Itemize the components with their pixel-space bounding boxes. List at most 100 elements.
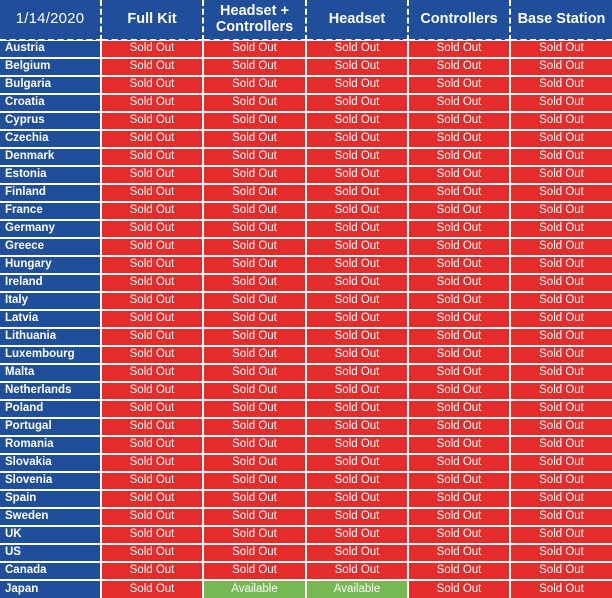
table-row: Austria Sold Out Sold Out Sold Out Sold Out S… xyxy=(0,40,612,59)
status-cell-sold-out: Sold Out xyxy=(101,562,204,581)
status-cell-sold-out: Sold Out xyxy=(101,418,204,437)
status-cell-sold-out: Sold Out xyxy=(203,562,307,581)
status-cell-sold-out: Sold Out xyxy=(306,400,409,419)
status-cell-sold-out: Sold Out xyxy=(510,40,612,59)
column-header-full-kit: Full Kit xyxy=(101,0,204,41)
availability-table: 1/14/2020 Full Kit Headset + Controllers… xyxy=(0,0,612,598)
status-cell-sold-out: Sold Out xyxy=(306,454,409,473)
status-cell-sold-out: Sold Out xyxy=(306,346,409,365)
status-cell-sold-out: Sold Out xyxy=(306,94,409,113)
status-cell-sold-out: Sold Out xyxy=(510,202,612,221)
status-cell-sold-out: Sold Out xyxy=(408,562,511,581)
row-label-country: Italy xyxy=(0,292,102,311)
status-cell-sold-out: Sold Out xyxy=(408,382,511,401)
row-label-country: Lithuania xyxy=(0,328,102,347)
row-label-country: Slovakia xyxy=(0,454,102,473)
status-cell-sold-out: Sold Out xyxy=(510,562,612,581)
row-label-country: Bulgaria xyxy=(0,76,102,95)
status-cell-sold-out: Sold Out xyxy=(306,310,409,329)
row-label-country: Latvia xyxy=(0,310,102,329)
row-label-country: Japan xyxy=(0,580,102,598)
status-cell-sold-out: Sold Out xyxy=(306,364,409,383)
status-cell-available: Available xyxy=(203,580,307,598)
status-cell-sold-out: Sold Out xyxy=(203,346,307,365)
status-cell-sold-out: Sold Out xyxy=(306,526,409,545)
status-cell-sold-out: Sold Out xyxy=(101,58,204,77)
row-label-country: Denmark xyxy=(0,148,102,167)
status-cell-sold-out: Sold Out xyxy=(408,418,511,437)
status-cell-sold-out: Sold Out xyxy=(306,220,409,239)
status-cell-sold-out: Sold Out xyxy=(203,130,307,149)
row-label-country: Hungary xyxy=(0,256,102,275)
row-label-country: Cyprus xyxy=(0,112,102,131)
status-cell-sold-out: Sold Out xyxy=(510,364,612,383)
row-label-country: Malta xyxy=(0,364,102,383)
status-cell-sold-out: Sold Out xyxy=(510,508,612,527)
status-cell-sold-out: Sold Out xyxy=(101,130,204,149)
status-cell-sold-out: Sold Out xyxy=(510,346,612,365)
status-cell-sold-out: Sold Out xyxy=(510,544,612,563)
status-cell-sold-out: Sold Out xyxy=(101,76,204,95)
status-cell-sold-out: Sold Out xyxy=(101,220,204,239)
status-cell-sold-out: Sold Out xyxy=(408,274,511,293)
status-cell-sold-out: Sold Out xyxy=(203,166,307,185)
status-cell-sold-out: Sold Out xyxy=(306,130,409,149)
status-cell-sold-out: Sold Out xyxy=(510,490,612,509)
status-cell-sold-out: Sold Out xyxy=(408,220,511,239)
status-cell-sold-out: Sold Out xyxy=(408,310,511,329)
status-cell-sold-out: Sold Out xyxy=(203,274,307,293)
table-row: Germany Sold Out Sold Out Sold Out Sold Out S… xyxy=(0,220,612,239)
table-row: Belgium Sold Out Sold Out Sold Out Sold Out S… xyxy=(0,58,612,77)
status-cell-sold-out: Sold Out xyxy=(510,256,612,275)
status-cell-sold-out: Sold Out xyxy=(306,112,409,131)
status-cell-sold-out: Sold Out xyxy=(203,292,307,311)
table-row: Slovakia Sold Out Sold Out Sold Out Sold Out… xyxy=(0,454,612,473)
row-label-country: Luxembourg xyxy=(0,346,102,365)
status-cell-sold-out: Sold Out xyxy=(203,58,307,77)
status-cell-sold-out: Sold Out xyxy=(306,184,409,203)
status-cell-sold-out: Sold Out xyxy=(510,472,612,491)
table-row: Bulgaria Sold Out Sold Out Sold Out Sold Out… xyxy=(0,76,612,95)
status-cell-sold-out: Sold Out xyxy=(510,382,612,401)
table-row: France Sold Out Sold Out Sold Out Sold Out So… xyxy=(0,202,612,221)
row-label-country: Czechia xyxy=(0,130,102,149)
table-row: Romania Sold Out Sold Out Sold Out Sold Out S… xyxy=(0,436,612,455)
status-cell-sold-out: Sold Out xyxy=(306,508,409,527)
status-cell-sold-out: Sold Out xyxy=(101,256,204,275)
status-cell-sold-out: Sold Out xyxy=(408,526,511,545)
status-cell-sold-out: Sold Out xyxy=(306,490,409,509)
status-cell-sold-out: Sold Out xyxy=(510,166,612,185)
status-cell-sold-out: Sold Out xyxy=(203,220,307,239)
status-cell-sold-out: Sold Out xyxy=(306,418,409,437)
status-cell-sold-out: Sold Out xyxy=(306,166,409,185)
status-cell-sold-out: Sold Out xyxy=(408,580,511,598)
status-cell-sold-out: Sold Out xyxy=(510,328,612,347)
status-cell-sold-out: Sold Out xyxy=(510,184,612,203)
status-cell-sold-out: Sold Out xyxy=(101,580,204,598)
status-cell-sold-out: Sold Out xyxy=(408,58,511,77)
status-cell-sold-out: Sold Out xyxy=(408,130,511,149)
status-cell-sold-out: Sold Out xyxy=(101,94,204,113)
row-label-country: US xyxy=(0,544,102,563)
status-cell-sold-out: Sold Out xyxy=(203,400,307,419)
status-cell-sold-out: Sold Out xyxy=(101,328,204,347)
row-label-country: Sweden xyxy=(0,508,102,527)
status-cell-sold-out: Sold Out xyxy=(203,454,307,473)
status-cell-sold-out: Sold Out xyxy=(510,418,612,437)
status-cell-sold-out: Sold Out xyxy=(203,40,307,59)
status-cell-sold-out: Sold Out xyxy=(203,364,307,383)
status-cell-sold-out: Sold Out xyxy=(306,292,409,311)
status-cell-sold-out: Sold Out xyxy=(101,346,204,365)
row-label-country: Belgium xyxy=(0,58,102,77)
status-cell-sold-out: Sold Out xyxy=(510,292,612,311)
status-cell-sold-out: Sold Out xyxy=(203,382,307,401)
status-cell-sold-out: Sold Out xyxy=(101,382,204,401)
status-cell-sold-out: Sold Out xyxy=(306,148,409,167)
status-cell-sold-out: Sold Out xyxy=(101,292,204,311)
status-cell-sold-out: Sold Out xyxy=(408,292,511,311)
table-row: Croatia Sold Out Sold Out Sold Out Sold Out S… xyxy=(0,94,612,113)
column-header-controllers: Controllers xyxy=(408,0,511,41)
row-label-country: Poland xyxy=(0,400,102,419)
status-cell-sold-out: Sold Out xyxy=(408,202,511,221)
row-label-country: Portugal xyxy=(0,418,102,437)
